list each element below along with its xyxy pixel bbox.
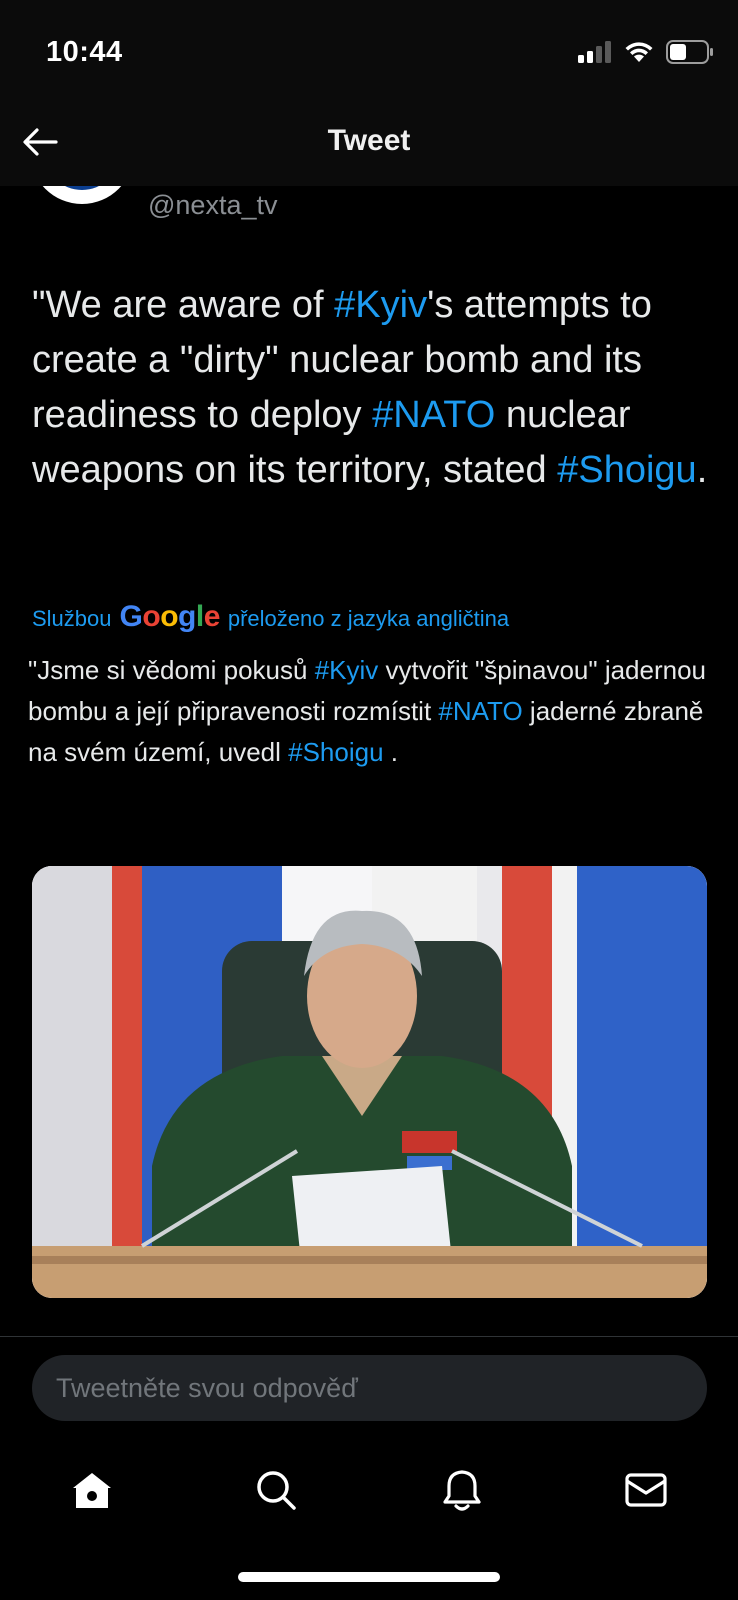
text-segment: . (383, 737, 398, 767)
google-logo: Google (119, 600, 221, 633)
author-handle[interactable]: @nexta_tv (148, 190, 277, 221)
battery-icon (666, 40, 713, 64)
tab-messages[interactable] (618, 1462, 674, 1518)
tweet-image[interactable] (32, 866, 707, 1298)
page-title: Tweet (327, 124, 411, 157)
translation-suffix: přeloženo z jazyka angličtina (227, 606, 510, 631)
hashtag-link[interactable]: #Kyiv (315, 655, 379, 685)
text-segment: . (696, 449, 708, 491)
hashtag-link[interactable]: #Kyiv (334, 284, 427, 326)
status-bar: 10:44 (0, 0, 738, 100)
tab-home[interactable] (64, 1462, 120, 1518)
hashtag-link[interactable]: #NATO (372, 394, 495, 436)
text-segment: "We are aware of (32, 284, 335, 326)
cellular-signal-icon (578, 41, 611, 63)
tab-notifications[interactable] (434, 1462, 490, 1518)
text-segment: "Jsme si vědomi pokusů (28, 655, 315, 685)
status-icons (578, 40, 714, 64)
bell-icon (443, 1470, 481, 1511)
translated-text: "Jsme si vědomi pokusů #Kyiv vytvořit "š… (28, 650, 718, 773)
tab-search[interactable] (248, 1462, 304, 1518)
status-time: 10:44 (46, 36, 123, 68)
screen: 10:44 N @nexta_tv (0, 0, 738, 1600)
search-icon (257, 1471, 296, 1510)
hashtag-link[interactable]: #Shoigu (288, 737, 383, 767)
home-icon (73, 1473, 111, 1508)
reply-input[interactable] (32, 1355, 707, 1421)
translation-attribution[interactable]: Službou Google přeloženo z jazyka anglič… (32, 600, 509, 634)
divider (0, 1336, 738, 1337)
translation-prefix: Službou (32, 606, 112, 631)
tweet-photo (32, 866, 707, 1298)
hashtag-link[interactable]: #NATO (438, 696, 522, 726)
wifi-icon (625, 42, 653, 62)
mail-icon (625, 1473, 667, 1507)
top-header: Tweet (0, 100, 738, 186)
bottom-tab-bar (0, 1440, 738, 1530)
hashtag-link[interactable]: #Shoigu (557, 449, 696, 491)
home-indicator (238, 1572, 500, 1582)
tweet-text: "We are aware of #Kyiv's attempts to cre… (32, 278, 722, 498)
